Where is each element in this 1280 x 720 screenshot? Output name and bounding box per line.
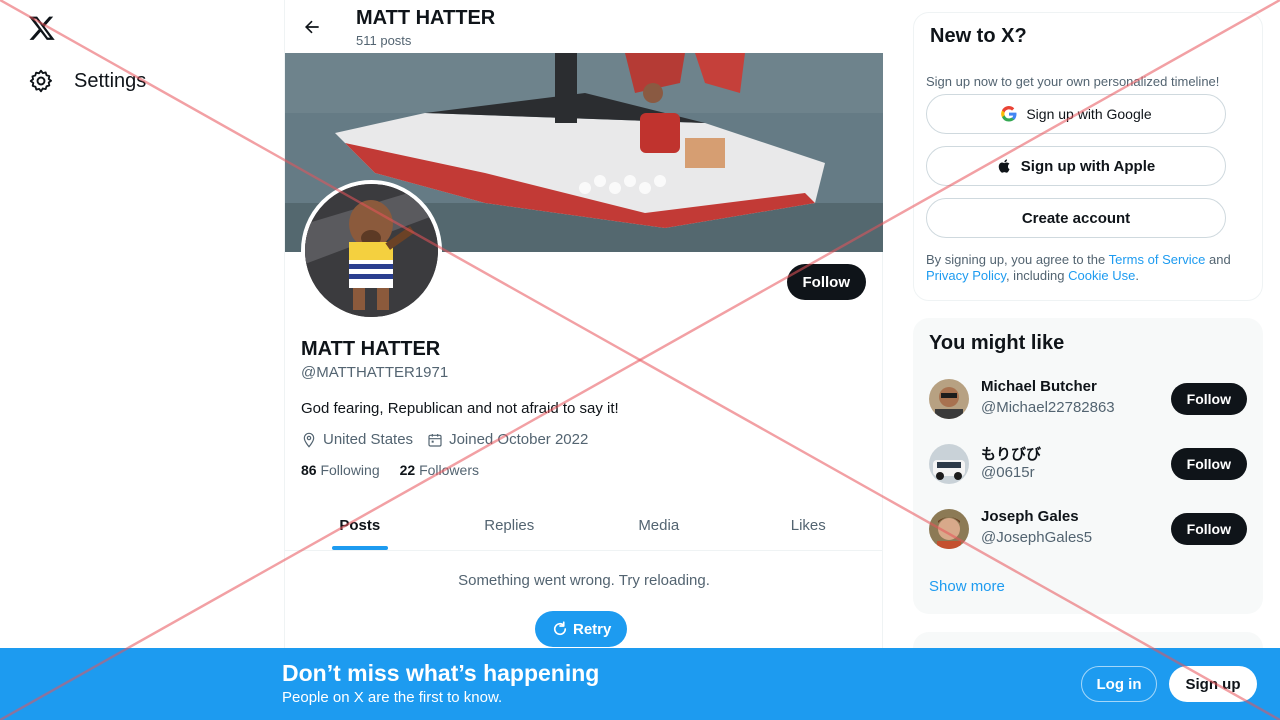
profile-location: United States: [301, 431, 413, 448]
tab-media[interactable]: Media: [584, 500, 734, 550]
google-icon: [1001, 106, 1017, 122]
back-arrow-icon: [305, 20, 319, 34]
create-account-button[interactable]: Create account: [926, 198, 1226, 238]
profile-avatar[interactable]: [301, 180, 442, 321]
settings-label: Settings: [74, 69, 147, 92]
profile-meta: United States Joined October 2022: [301, 431, 588, 448]
tab-likes[interactable]: Likes: [734, 500, 884, 550]
profile-header-bar: MATT HATTER 511 posts: [285, 0, 883, 53]
avatar[interactable]: [929, 509, 969, 549]
avatar[interactable]: [929, 444, 969, 484]
calendar-icon: [428, 433, 442, 447]
profile-tabs: Posts Replies Media Likes: [285, 500, 883, 551]
follow-button[interactable]: Follow: [1170, 383, 1247, 415]
profile-bio: God fearing, Republican and not afraid t…: [301, 400, 619, 417]
terms-link[interactable]: Terms of Service: [1109, 252, 1206, 267]
cookie-link[interactable]: Cookie Use: [1068, 268, 1135, 283]
joined-text: Joined October 2022: [449, 431, 589, 448]
suggested-user-handle: @0615r: [981, 464, 1035, 481]
you-might-like-card: You might like Michael Butcher @Michael2…: [913, 318, 1263, 614]
gear-icon: [29, 69, 52, 93]
retry-label: Retry: [573, 620, 612, 638]
signup-legal-text: By signing up, you agree to the Terms of…: [926, 252, 1251, 284]
new-to-x-card: New to X? Sign up now to get your own pe…: [913, 12, 1263, 301]
google-label: Sign up with Google: [1026, 106, 1152, 122]
back-button[interactable]: [297, 12, 327, 42]
signup-button[interactable]: Sign up: [1169, 666, 1257, 702]
show-more-link[interactable]: Show more: [929, 578, 1005, 595]
suggested-user[interactable]: Michael Butcher @Michael22782863 Follow: [929, 377, 1247, 421]
nav-settings-link[interactable]: Settings: [28, 68, 146, 94]
suggested-user[interactable]: Joseph Gales @JosephGales5 Follow: [929, 507, 1247, 551]
left-navigation: Settings: [0, 0, 284, 720]
header-profile-name: MATT HATTER: [356, 7, 496, 29]
header-post-count: 511 posts: [356, 33, 412, 48]
following-link[interactable]: 86 Following: [301, 462, 380, 478]
signup-apple-button[interactable]: Sign up with Apple: [926, 146, 1226, 186]
following-label: Following: [320, 462, 380, 478]
new-to-x-title: New to X?: [930, 25, 1027, 47]
suggested-user-name: Michael Butcher: [981, 378, 1097, 395]
followers-link[interactable]: 22 Followers: [400, 462, 479, 478]
follow-button[interactable]: Follow: [1170, 513, 1247, 545]
refresh-icon: [553, 621, 567, 636]
avatar-dog-image: [305, 184, 438, 317]
legal-prefix: By signing up, you agree to the: [926, 252, 1109, 267]
privacy-link[interactable]: Privacy Policy: [926, 268, 1006, 283]
profile-main-column: MATT HATTER 511 posts Follow MATT HATTER…: [284, 0, 883, 720]
signup-google-button[interactable]: Sign up with Google: [926, 94, 1226, 134]
login-button[interactable]: Log in: [1081, 666, 1157, 702]
legal-end: .: [1135, 268, 1139, 283]
profile-display-name: MATT HATTER: [301, 338, 441, 360]
tab-posts[interactable]: Posts: [285, 500, 435, 550]
bottom-bar-title: Don’t miss what’s happening: [282, 660, 600, 686]
followers-count: 22: [399, 462, 416, 478]
profile-counts: 86 Following 22 Followers: [301, 462, 479, 478]
location-pin-icon: [303, 432, 315, 448]
tab-replies[interactable]: Replies: [435, 500, 585, 550]
create-account-label: Create account: [1021, 209, 1131, 227]
avatar[interactable]: [929, 379, 969, 419]
suggested-user-handle: @Michael22782863: [981, 399, 1115, 416]
location-text: United States: [323, 431, 414, 448]
avatar-image-joseph: [929, 509, 969, 549]
following-count: 86: [301, 462, 317, 478]
bottom-signup-bar: Don’t miss what’s happening People on X …: [0, 648, 1280, 720]
bottom-bar-subtitle: People on X are the first to know.: [282, 689, 503, 706]
suggested-user-name: もりびび: [981, 446, 1042, 463]
apple-icon: [998, 159, 1010, 173]
suggested-user-name: Joseph Gales: [981, 508, 1079, 525]
profile-joined: Joined October 2022: [427, 431, 588, 448]
x-logo-icon[interactable]: [28, 14, 56, 42]
profile-handle: @MATTHATTER1971: [301, 364, 449, 381]
legal-and: and: [1205, 252, 1231, 267]
follow-button[interactable]: Follow: [1170, 448, 1247, 480]
suggested-user-handle: @JosephGales5: [981, 529, 1093, 546]
suggested-user[interactable]: もりびび @0615r Follow: [929, 442, 1247, 486]
profile-follow-button[interactable]: Follow: [786, 264, 866, 300]
avatar-image-michael: [929, 379, 969, 419]
legal-including: , including: [1005, 268, 1069, 283]
avatar-image-moribibi: [929, 444, 969, 484]
retry-button[interactable]: Retry: [535, 611, 628, 647]
followers-label: Followers: [419, 462, 479, 478]
new-to-x-subtitle: Sign up now to get your own personalized…: [926, 74, 1220, 89]
you-might-like-title: You might like: [929, 332, 1065, 354]
feed-error-message: Something went wrong. Try reloading.: [458, 572, 710, 589]
apple-label: Sign up with Apple: [1020, 157, 1156, 175]
